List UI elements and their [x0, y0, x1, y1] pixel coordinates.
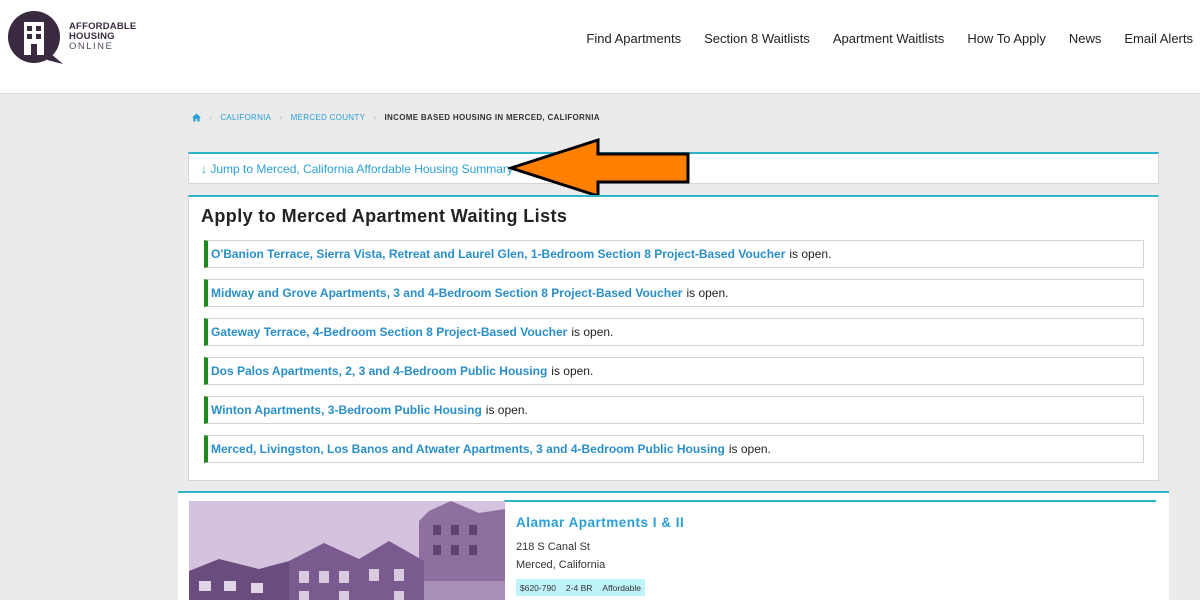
- waitlist-link[interactable]: Gateway Terrace, 4-Bedroom Section 8 Pro…: [211, 325, 567, 339]
- waitlist-status: is open.: [485, 403, 528, 417]
- property-name[interactable]: Alamar Apartments I & II: [516, 515, 684, 530]
- breadcrumb: › California › Merced County › Income Ba…: [192, 112, 600, 122]
- waitlist-link[interactable]: Merced, Livingston, Los Banos and Atwate…: [211, 442, 725, 456]
- property-price-tag: $620-790: [520, 582, 556, 593]
- property-card: Alamar Apartments I & II 218 S Canal St …: [178, 491, 1169, 600]
- waitlist-link[interactable]: Dos Palos Apartments, 2, 3 and 4-Bedroom…: [211, 364, 547, 378]
- waitlist-status: is open.: [728, 442, 771, 456]
- waitlist-link[interactable]: Winton Apartments, 3-Bedroom Public Hous…: [211, 403, 482, 417]
- main-nav: Find Apartments Section 8 Waitlists Apar…: [563, 31, 1193, 46]
- property-photo[interactable]: [189, 501, 505, 600]
- waitlist-status: is open.: [789, 247, 832, 261]
- waitlist-item: O'Banion Terrace, Sierra Vista, Retreat …: [204, 240, 1144, 268]
- property-address-street: 218 S Canal St: [516, 541, 590, 553]
- waitlist-item: Midway and Grove Apartments, 3 and 4-Bed…: [204, 279, 1144, 307]
- breadcrumb-merced-county[interactable]: Merced County: [291, 113, 366, 122]
- waitlist-status: is open.: [686, 286, 729, 300]
- logo-building-icon: [7, 10, 65, 66]
- waitlists-card: Apply to Merced Apartment Waiting Lists …: [188, 195, 1159, 481]
- property-divider: [504, 500, 1156, 502]
- waitlist-status: is open.: [551, 364, 594, 378]
- breadcrumb-separator: ›: [279, 112, 283, 122]
- waitlist-link[interactable]: O'Banion Terrace, Sierra Vista, Retreat …: [211, 247, 785, 261]
- breadcrumb-separator: ›: [373, 112, 377, 122]
- waitlist-item: Gateway Terrace, 4-Bedroom Section 8 Pro…: [204, 318, 1144, 346]
- nav-news[interactable]: News: [1069, 31, 1102, 46]
- waitlist-item: Dos Palos Apartments, 2, 3 and 4-Bedroom…: [204, 357, 1144, 385]
- site-logo[interactable]: AFFORDABLE HOUSING ONLINE: [7, 10, 136, 66]
- waitlist-item: Winton Apartments, 3-Bedroom Public Hous…: [204, 396, 1144, 424]
- home-icon[interactable]: [192, 112, 201, 122]
- waitlist-status: is open.: [571, 325, 614, 339]
- breadcrumb-separator: ›: [209, 112, 213, 122]
- nav-email-alerts[interactable]: Email Alerts: [1124, 31, 1193, 46]
- property-tags: $620-790 2-4 BR Affordable: [516, 579, 645, 596]
- logo-line3: ONLINE: [69, 41, 114, 52]
- waitlist-link[interactable]: Midway and Grove Apartments, 3 and 4-Bed…: [211, 286, 682, 300]
- logo-text: AFFORDABLE HOUSING ONLINE: [69, 22, 136, 52]
- nav-apartment-waitlists[interactable]: Apartment Waitlists: [833, 31, 945, 46]
- breadcrumb-current: Income Based Housing in Merced, Californ…: [384, 112, 600, 122]
- waitlist-item: Merced, Livingston, Los Banos and Atwate…: [204, 435, 1144, 463]
- nav-section8-waitlists[interactable]: Section 8 Waitlists: [704, 31, 810, 46]
- property-type-tag: Affordable: [602, 582, 641, 593]
- site-header: AFFORDABLE HOUSING ONLINE Find Apartment…: [0, 0, 1200, 94]
- property-address-city: Merced, California: [516, 559, 606, 571]
- waitlists-title: Apply to Merced Apartment Waiting Lists: [201, 206, 568, 226]
- breadcrumb-california[interactable]: California: [220, 113, 271, 122]
- nav-find-apartments[interactable]: Find Apartments: [586, 31, 681, 46]
- jump-summary-link[interactable]: ↓ Jump to Merced, California Affordable …: [201, 162, 513, 176]
- property-bedrooms-tag: 2-4 BR: [565, 582, 593, 593]
- nav-how-to-apply[interactable]: How To Apply: [967, 31, 1046, 46]
- arrow-left-icon: [506, 137, 692, 199]
